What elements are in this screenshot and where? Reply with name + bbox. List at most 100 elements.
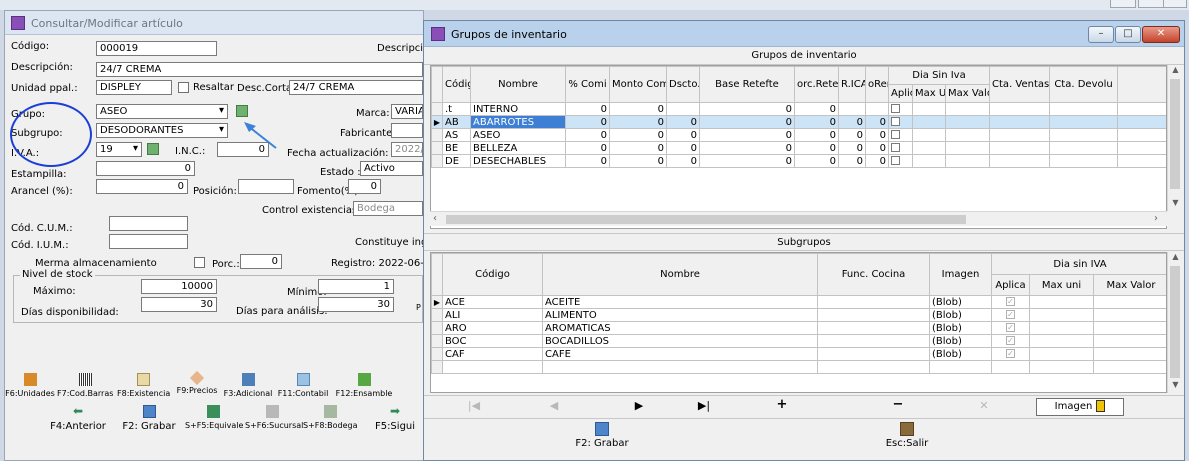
aplica-checkbox[interactable] <box>891 156 900 165</box>
minimize-icon[interactable]: – <box>1088 26 1114 43</box>
cell-nombre[interactable]: BOCADILLOS <box>542 334 818 348</box>
subgrupos-vertical-scrollbar[interactable]: ▲ ▼ <box>1167 252 1182 393</box>
grupo-lookup-icon[interactable] <box>236 105 248 117</box>
cell-monto[interactable]: 0 <box>609 102 667 116</box>
scroll-down-icon[interactable]: ▼ <box>1168 198 1183 207</box>
sucursal-button[interactable]: S+F6:Sucursal <box>245 405 303 430</box>
cell-nombre[interactable]: BELLEZA <box>470 141 566 155</box>
scroll-right-icon[interactable]: › <box>1154 213 1158 224</box>
anterior-button[interactable]: ⬅ F4:Anterior <box>45 405 111 432</box>
cell-retef[interactable]: 0 <box>794 102 839 116</box>
scroll-thumb[interactable] <box>1170 266 1180 378</box>
cell-imagen[interactable]: (Blob) <box>929 347 992 361</box>
aplica-checkbox-checked[interactable]: ✓ <box>1006 310 1015 319</box>
scroll-up-icon[interactable]: ▲ <box>1168 65 1183 74</box>
cell-nombre[interactable]: ALIMENTO <box>542 308 818 322</box>
cell-base[interactable]: 0 <box>699 154 795 168</box>
maximize-icon[interactable]: □ <box>1115 26 1141 43</box>
scroll-thumb[interactable] <box>446 215 966 224</box>
col-aplica[interactable]: Aplica <box>888 84 913 103</box>
control-input[interactable]: Bodega <box>353 201 423 216</box>
precios-button[interactable]: F9:Precios <box>173 370 221 395</box>
col-dscto[interactable]: Dscto. <box>666 66 700 103</box>
col-rica[interactable]: R.ICA <box>838 66 866 103</box>
cell-codigo[interactable]: ALI <box>442 308 543 322</box>
close-icon[interactable] <box>1163 0 1187 8</box>
cell-imagen[interactable]: (Blob) <box>929 334 992 348</box>
cell-aplica[interactable] <box>888 141 913 155</box>
contabil-button[interactable]: F11:Contabil <box>275 373 331 398</box>
col-max-valor[interactable]: Max Valor <box>944 84 991 103</box>
merma-checkbox[interactable] <box>194 257 205 268</box>
scroll-thumb[interactable] <box>1170 79 1180 189</box>
cell-retef[interactable]: 0 <box>794 141 839 155</box>
scroll-left-icon[interactable]: ‹ <box>433 213 437 224</box>
next-record-icon[interactable]: ▶ <box>619 399 659 412</box>
desc-corta-input[interactable]: 24/7 CREMA <box>289 80 423 95</box>
cell-base[interactable]: 0 <box>699 115 795 129</box>
bodega-button[interactable]: S+F8:Bodega <box>303 405 358 430</box>
col-monto[interactable]: Monto Comi <box>609 66 667 103</box>
cell-rica[interactable]: 0 <box>838 154 866 168</box>
unidades-button[interactable]: F6:Unidades <box>5 373 55 398</box>
cell-codigo[interactable]: .t <box>442 102 471 116</box>
delete-record-icon[interactable]: − <box>878 397 918 412</box>
cell-base[interactable]: 0 <box>699 141 795 155</box>
last-record-icon[interactable]: ▶| <box>684 399 724 412</box>
aplica-checkbox-checked[interactable]: ✓ <box>1006 323 1015 332</box>
cell-nombre[interactable]: AROMATICAS <box>542 321 818 335</box>
estampilla-input[interactable]: 0 <box>96 161 195 176</box>
cell-retef[interactable]: 0 <box>794 154 839 168</box>
maximize-icon[interactable] <box>1138 0 1164 8</box>
unidad-input[interactable]: DISPLEY <box>96 80 172 95</box>
aplica-checkbox[interactable] <box>891 143 900 152</box>
iva-lookup-icon[interactable] <box>147 143 159 155</box>
cell-comi[interactable]: 0 <box>565 102 610 116</box>
cell-nombre[interactable]: CAFE <box>542 347 818 361</box>
cell-rica[interactable]: 0 <box>838 128 866 142</box>
table-row[interactable]: AS ASEO 0 0 0 0 0 0 0 <box>431 128 1166 142</box>
cell-oren[interactable]: 0 <box>865 128 889 142</box>
cell-codigo[interactable]: DE <box>442 154 471 168</box>
cell-codigo[interactable]: ACE <box>442 295 543 309</box>
cell-dscto[interactable]: 0 <box>666 128 700 142</box>
cell-aplica[interactable] <box>888 102 913 116</box>
col-retef[interactable]: orc.Retef <box>794 66 839 103</box>
porc-input[interactable]: 0 <box>240 254 282 269</box>
cell-dscto[interactable]: 0 <box>666 141 700 155</box>
cell-codigo[interactable]: BE <box>442 141 471 155</box>
aplica-checkbox-checked[interactable]: ✓ <box>1006 336 1015 345</box>
close-icon[interactable]: ✕ <box>1142 26 1180 43</box>
col-max-uni[interactable]: Max uni <box>1029 274 1094 296</box>
table-row[interactable]: ALI ALIMENTO (Blob) ✓ <box>431 308 1166 322</box>
cell-nombre[interactable]: INTERNO <box>470 102 566 116</box>
table-row[interactable]: BOC BOCADILLOS (Blob) ✓ <box>431 334 1166 348</box>
table-row[interactable]: .t INTERNO 0 0 0 0 <box>431 102 1166 116</box>
cell-imagen[interactable]: (Blob) <box>929 295 992 309</box>
cell-aplica[interactable] <box>888 128 913 142</box>
cell-dscto[interactable]: 0 <box>666 115 700 129</box>
codigo-input[interactable]: 000019 <box>96 41 217 56</box>
col-nombre[interactable]: Nombre <box>470 66 566 103</box>
aplica-checkbox[interactable] <box>891 130 900 139</box>
cell-codigo[interactable]: ARO <box>442 321 543 335</box>
dias-disp-input[interactable]: 30 <box>141 297 217 312</box>
salir-button[interactable]: Esc:Salir <box>872 422 942 449</box>
col-codigo[interactable]: Códig <box>442 66 471 103</box>
cell-base[interactable]: 0 <box>699 102 795 116</box>
grabar-main-button[interactable]: F2: Grabar <box>119 405 179 432</box>
cell-imagen[interactable]: (Blob) <box>929 308 992 322</box>
fabricante-input[interactable] <box>391 123 423 138</box>
siguiente-button[interactable]: ➡ F5:Sigui <box>367 405 423 432</box>
cell-comi[interactable]: 0 <box>565 154 610 168</box>
col-func-cocina[interactable]: Func. Cocina <box>817 253 930 296</box>
add-record-icon[interactable]: + <box>762 397 802 412</box>
cell-nombre[interactable]: ABARROTES <box>470 115 566 129</box>
descripcion-input[interactable]: 24/7 CREMA <box>96 62 423 77</box>
scroll-up-icon[interactable]: ▲ <box>1168 252 1183 261</box>
cell-oren[interactable]: 0 <box>865 115 889 129</box>
cell-monto[interactable]: 0 <box>609 128 667 142</box>
aplica-checkbox-checked[interactable]: ✓ <box>1006 297 1015 306</box>
cell-retef[interactable]: 0 <box>794 128 839 142</box>
col-max-uni[interactable]: Max Uni <box>912 84 946 103</box>
